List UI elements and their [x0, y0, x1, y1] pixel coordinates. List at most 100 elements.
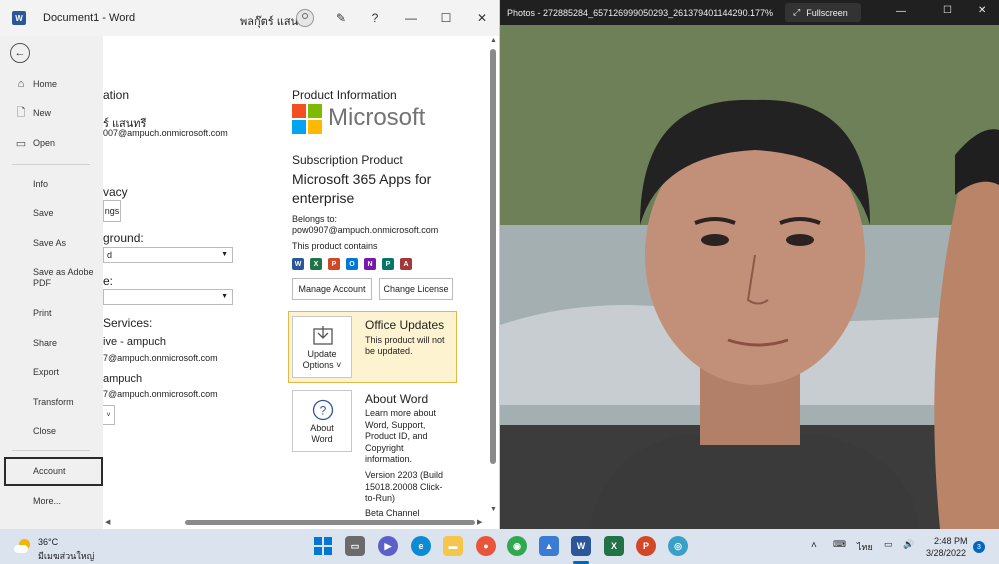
photo-image[interactable]	[500, 25, 999, 529]
clock-time[interactable]: 2:48 PM	[934, 536, 968, 546]
backstage-item-label: Close	[33, 425, 57, 436]
word-taskbar-icon[interactable]: W	[571, 536, 591, 556]
portrait-photo	[500, 25, 999, 529]
weather-description[interactable]: มีเมฆส่วนใหญ่	[38, 549, 94, 563]
feedback-icon[interactable]: ✎	[324, 0, 358, 36]
backstage-item-save[interactable]: Save	[0, 200, 103, 226]
backstage-item-label: Export	[33, 366, 60, 377]
change-license-button[interactable]: Change License	[379, 278, 453, 300]
photos-app-icon[interactable]: ▲	[539, 536, 559, 556]
weather-icon[interactable]	[14, 538, 32, 556]
backstage-item-print[interactable]: Print	[0, 300, 103, 326]
about-word-text: Learn more about Word, Support, Product …	[365, 408, 437, 464]
close-button[interactable]: ✕	[978, 5, 986, 16]
fullscreen-button[interactable]: ⤢ Fullscreen	[785, 3, 861, 22]
edge-icon[interactable]: e	[411, 536, 431, 556]
backstage-item-open[interactable]: ▭ Open	[0, 130, 103, 156]
service-sharepoint-email: 7@ampuch.onmicrosoft.com	[103, 389, 218, 399]
word-window-title: Document1 - Word	[43, 12, 136, 24]
minimize-button[interactable]: —	[394, 0, 428, 36]
backstage-item-home[interactable]: ⌂ Home	[0, 71, 103, 97]
backstage-nav: ← ⌂ Home 🗋 New ▭ Open Info Save Save As …	[0, 36, 103, 529]
weather-temperature[interactable]: 36°C	[38, 537, 58, 547]
volume-icon[interactable]: 🔊	[903, 539, 914, 550]
notification-badge[interactable]: 3	[973, 541, 985, 553]
update-options-button[interactable]: Update Options ˅	[292, 316, 352, 378]
update-options-label-1: Update	[307, 349, 337, 359]
help-icon[interactable]: ?	[358, 0, 392, 36]
service-sharepoint-name: ampuch	[103, 373, 143, 385]
office-background-value: d	[107, 250, 113, 260]
maximize-button[interactable]: ☐	[429, 0, 463, 36]
scroll-right-icon[interactable]: ▶	[477, 518, 482, 526]
scroll-down-icon[interactable]: ▼	[490, 506, 497, 513]
privacy-heading: vacy	[103, 185, 128, 199]
about-word-label-1: About	[310, 423, 334, 433]
firefox-icon[interactable]: ●	[476, 536, 496, 556]
account-user-email: 007@ampuch.onmicrosoft.com	[103, 128, 228, 138]
backstage-item-transform[interactable]: Transform	[0, 389, 103, 415]
svg-text:?: ?	[320, 404, 327, 418]
fullscreen-label: Fullscreen	[806, 7, 848, 18]
subscription-product-heading: Subscription Product	[292, 153, 403, 167]
minimize-button[interactable]: —	[896, 6, 906, 17]
scroll-up-icon[interactable]: ▲	[490, 37, 497, 44]
backstage-item-label: More...	[33, 495, 62, 506]
network-icon[interactable]: ▭	[884, 539, 893, 550]
word-titlebar: W Document1 - Word พลกุ๊ตร์ แสนทรี ✎ ? —…	[0, 0, 499, 36]
excel-taskbar-icon[interactable]: X	[604, 536, 624, 556]
start-icon[interactable]	[313, 536, 333, 556]
backstage-item-share[interactable]: Share	[0, 330, 103, 356]
back-arrow-icon[interactable]: ←	[10, 43, 30, 63]
office-background-dropdown[interactable]: d ▼	[103, 247, 233, 263]
privacy-settings-button[interactable]: ngs	[103, 200, 121, 222]
scroll-left-icon[interactable]: ◀	[105, 518, 110, 526]
photos-titlebar: Photos - 272885284_657126999050293_26137…	[500, 0, 999, 25]
backstage-item-save-as[interactable]: Save As	[0, 230, 103, 256]
clock-date[interactable]: 3/28/2022	[926, 548, 966, 558]
divider	[12, 450, 90, 451]
folder-open-icon: ▭	[15, 137, 27, 150]
task-view-icon[interactable]: ▭	[345, 536, 365, 556]
backstage-item-label: Save As	[33, 237, 67, 248]
backstage-item-label: Home	[33, 78, 58, 89]
globe-app-icon[interactable]: ◎	[668, 536, 688, 556]
backstage-item-label: Account	[33, 466, 66, 476]
maximize-button[interactable]: ☐	[943, 5, 952, 16]
file-explorer-icon[interactable]: ▬	[443, 536, 463, 556]
vertical-scrollbar[interactable]: ▲ ▼	[487, 36, 499, 517]
manage-account-button[interactable]: Manage Account	[292, 278, 372, 300]
backstage-item-new[interactable]: 🗋 New	[0, 100, 103, 126]
divider	[12, 164, 90, 165]
keyboard-icon[interactable]: ⌨	[833, 539, 846, 550]
onenote-app-icon: N	[364, 258, 376, 270]
word-app-icon: W	[292, 258, 304, 270]
office-updates-text: This product will not be updated.	[365, 335, 445, 356]
backstage-item-label: Save as Adobe PDF	[33, 267, 94, 288]
backstage-item-close[interactable]: Close	[0, 418, 103, 444]
product-contains-label: This product contains	[292, 241, 378, 251]
scroll-thumb[interactable]	[185, 520, 475, 525]
backstage-item-export[interactable]: Export	[0, 359, 103, 385]
backstage-item-save-as-pdf[interactable]: Save as Adobe PDF	[0, 265, 103, 291]
close-button[interactable]: ✕	[465, 0, 499, 36]
add-service-button[interactable]: ˅	[103, 405, 115, 425]
belongs-to-label: Belongs to:	[292, 214, 338, 224]
chevron-up-icon[interactable]: ˄	[811, 540, 817, 551]
chat-icon[interactable]: ▶	[378, 536, 398, 556]
download-icon	[313, 326, 333, 345]
backstage-item-label: Info	[33, 178, 49, 189]
office-theme-dropdown[interactable]: ▼	[103, 289, 233, 305]
about-word-button[interactable]: ? About Word	[292, 390, 352, 452]
backstage-item-info[interactable]: Info	[0, 171, 103, 197]
language-indicator[interactable]: ไทย	[857, 540, 873, 554]
backstage-item-account[interactable]: Account	[4, 457, 103, 486]
horizontal-scrollbar[interactable]: ◀ ▶	[103, 517, 487, 529]
chrome-icon[interactable]: ◉	[507, 536, 527, 556]
scroll-thumb[interactable]	[490, 49, 496, 464]
version-text: Version 2203 (Build 15018.20008 Click-to…	[365, 470, 444, 503]
microsoft-logo-text: Microsoft	[328, 104, 426, 131]
backstage-item-more[interactable]: More...	[0, 488, 103, 514]
avatar[interactable]	[296, 9, 314, 27]
powerpoint-taskbar-icon[interactable]: P	[636, 536, 656, 556]
